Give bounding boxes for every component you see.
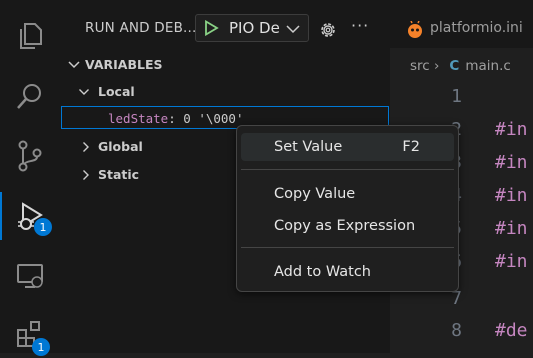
chevron-right-icon [83, 170, 89, 180]
editor-tab-platformio[interactable]: platformio.ini [390, 0, 533, 48]
menu-item-label: Copy Value [274, 186, 356, 202]
variables-section-header[interactable]: VARIABLES [60, 53, 390, 77]
chevron-right-icon [83, 142, 89, 152]
code-line[interactable]: #de [495, 320, 528, 341]
run-debug-icon[interactable]: 1 [0, 192, 60, 240]
menu-separator [241, 247, 454, 248]
breadcrumb-separator: › [434, 58, 440, 74]
menu-item-shortcut: F2 [402, 139, 420, 155]
variable-name: ledState [108, 111, 169, 126]
scope-global-label: Global [98, 139, 143, 154]
activity-bar: 1 1 [0, 0, 60, 356]
gear-icon[interactable] [318, 20, 338, 40]
menu-item-label: Set Value [274, 139, 343, 155]
line-number: 1 [451, 86, 462, 107]
menu-item-copy-value[interactable]: Copy Value [241, 180, 454, 208]
breadcrumb-folder[interactable]: src [410, 58, 430, 74]
code-line[interactable]: #in [495, 185, 528, 206]
platformio-icon [408, 21, 422, 38]
variable-value: 0 '\000' [175, 111, 244, 126]
menu-separator [241, 169, 454, 170]
menu-item-set-value[interactable]: Set Value F2 [241, 133, 454, 161]
code-line[interactable]: #in [495, 152, 528, 173]
code-line[interactable]: #in [495, 251, 528, 272]
remote-explorer-icon[interactable] [0, 252, 60, 300]
explorer-icon[interactable] [0, 12, 60, 60]
more-actions-icon[interactable]: ··· [351, 16, 369, 35]
debug-toolbar: RUN AND DEB... PIO De ··· [60, 10, 390, 48]
chevron-down-icon [286, 25, 300, 34]
scope-local[interactable]: Local [60, 80, 390, 104]
extensions-badge: 1 [32, 338, 50, 356]
code-line[interactable]: #in [495, 218, 528, 239]
run-debug-badge: 1 [34, 218, 52, 236]
launch-config-dropdown[interactable]: PIO De [195, 14, 309, 42]
extensions-icon[interactable]: 1 [0, 310, 60, 358]
editor-tab-label: platformio.ini [430, 20, 523, 36]
chevron-down-icon [68, 61, 80, 69]
menu-item-copy-as-expression[interactable]: Copy as Expression [241, 212, 454, 240]
menu-item-label: Copy as Expression [274, 218, 416, 234]
panel-title: RUN AND DEB... [85, 20, 197, 36]
line-number: 8 [451, 320, 462, 341]
variable-context-menu: Set Value F2 Copy Value Copy as Expressi… [236, 125, 459, 292]
scope-static-label: Static [98, 167, 140, 182]
breadcrumb[interactable]: src › Cmain.c [410, 58, 511, 74]
search-icon[interactable] [0, 72, 60, 120]
scope-local-label: Local [98, 84, 135, 99]
variable-entry: ledState: 0 '\000' [108, 111, 243, 126]
source-control-icon[interactable] [0, 132, 60, 180]
launch-config-label: PIO De [229, 19, 280, 37]
start-debugging-icon[interactable] [203, 20, 219, 36]
variables-title: VARIABLES [85, 57, 163, 72]
menu-item-label: Add to Watch [274, 264, 371, 280]
c-file-icon: C [449, 58, 460, 74]
code-line[interactable]: #in [495, 119, 528, 140]
variable-colon: : [168, 111, 176, 126]
breadcrumb-file[interactable]: main.c [465, 58, 510, 74]
menu-item-add-to-watch[interactable]: Add to Watch [241, 258, 454, 286]
chevron-down-icon [79, 89, 89, 95]
